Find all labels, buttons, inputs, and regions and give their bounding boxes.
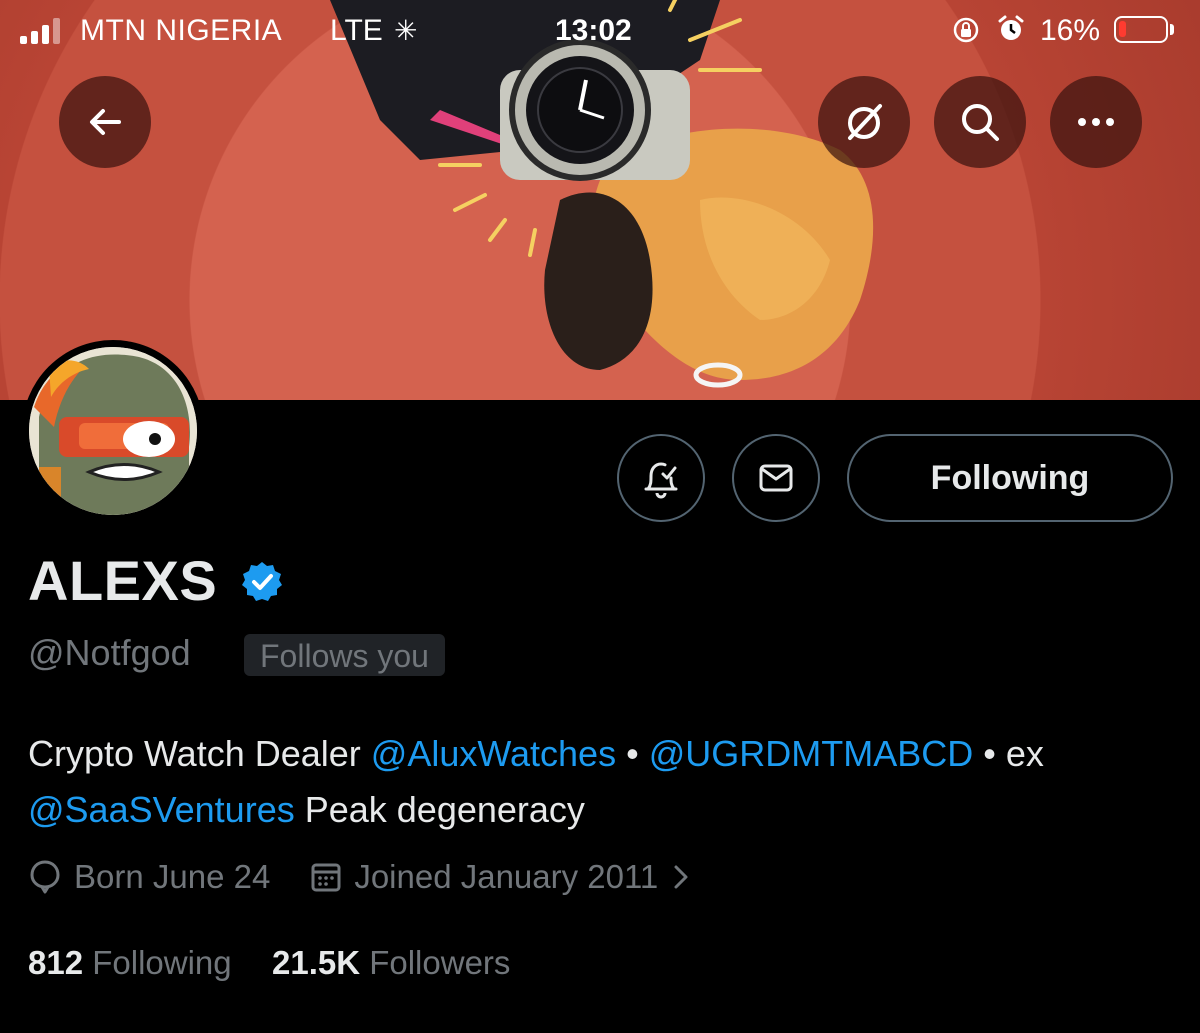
balloon-icon — [30, 860, 60, 894]
following-label: Following — [83, 944, 232, 981]
more-icon — [1078, 118, 1114, 126]
follows-you-badge: Follows you — [244, 634, 445, 676]
battery-percentage: 16% — [1040, 14, 1101, 47]
message-button[interactable] — [732, 434, 820, 522]
avatar[interactable] — [22, 340, 204, 522]
joined-text: Joined January 2011 — [354, 858, 659, 895]
bio-text: Crypto Watch Dealer — [28, 733, 371, 774]
cellular-signal-icon — [20, 16, 60, 44]
grok-button[interactable] — [818, 76, 910, 168]
verified-badge-icon[interactable] — [240, 560, 284, 604]
profile-meta: Born June 24 Joined January 2011 — [28, 858, 744, 896]
followers-count-link[interactable]: 21.5K Followers — [272, 944, 510, 981]
rotation-lock-icon — [952, 16, 980, 51]
following-count: 812 — [28, 944, 84, 981]
bell-check-icon — [644, 462, 678, 499]
birthday-item: Born June 24 — [28, 858, 270, 896]
following-button[interactable]: Following — [847, 434, 1173, 522]
bio-text: Peak degeneracy — [294, 789, 585, 830]
followers-count: 21.5K — [271, 944, 361, 981]
birthday-text: Born June 24 — [74, 858, 271, 895]
notifications-button[interactable] — [617, 434, 705, 522]
display-name: ALEXS — [28, 549, 218, 612]
battery-icon — [1114, 16, 1168, 43]
mention-link[interactable]: @SaaSVentures — [28, 789, 295, 830]
network-type: LTE — [330, 14, 383, 47]
alarm-icon — [996, 14, 1026, 51]
clock: 13:02 — [555, 14, 632, 47]
following-count-link[interactable]: 812 Following — [28, 944, 232, 981]
mention-link[interactable]: @AluxWatches — [371, 733, 616, 774]
profile-bio: Crypto Watch Dealer @AluxWatches • @UGRD… — [28, 726, 1178, 838]
search-button[interactable] — [934, 76, 1026, 168]
user-handle: @Notfgod — [28, 632, 191, 673]
search-icon — [962, 104, 999, 141]
activity-spinner-icon: ✳ — [394, 15, 418, 46]
chevron-right-icon — [674, 865, 688, 889]
bio-separator: • ex — [973, 733, 1044, 774]
calendar-icon — [311, 863, 341, 892]
follow-counts: 812 Following 21.5K Followers — [28, 944, 510, 982]
followers-label: Followers — [360, 944, 511, 981]
mention-link[interactable]: @UGRDMTMABCD — [649, 733, 974, 774]
battery-tip — [1170, 24, 1174, 35]
arrow-left-icon — [90, 109, 121, 135]
back-button[interactable] — [59, 76, 151, 168]
more-options-button[interactable] — [1050, 76, 1142, 168]
status-bar: MTN NIGERIA LTE ✳ 13:02 16% — [0, 0, 1200, 62]
envelope-icon — [759, 464, 793, 492]
carrier-name: MTN NIGERIA — [80, 14, 283, 47]
avatar-image — [29, 347, 197, 515]
bio-separator: • — [616, 733, 649, 774]
grok-icon — [848, 104, 882, 140]
joined-item[interactable]: Joined January 2011 — [310, 858, 704, 896]
